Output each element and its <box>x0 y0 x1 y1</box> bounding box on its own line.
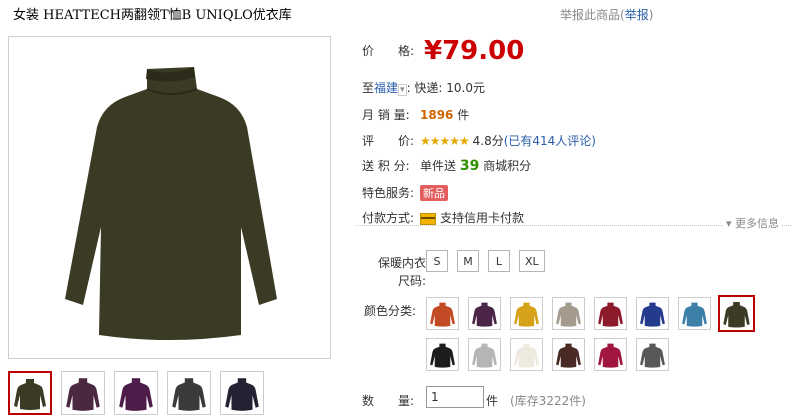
ship-text: : 快递: 10.0元 <box>406 81 485 95</box>
report-link[interactable]: 举报 <box>625 8 649 22</box>
thumb-purple-set[interactable] <box>61 371 105 415</box>
more-info-link[interactable]: ▾ 更多信息 <box>724 215 782 231</box>
rating-stars-icon: ★★★★★ <box>420 134 470 148</box>
points-row: 送 积 分: 单件送 39 商城积分 <box>362 157 531 174</box>
color-options <box>426 295 766 371</box>
rating-row: 评 价: ★★★★★ 4.8分(已有414人评论) <box>362 132 596 149</box>
credit-card-icon <box>420 212 436 225</box>
color-swatch[interactable] <box>426 297 459 330</box>
sweater-image <box>65 67 277 340</box>
service-label: 特色服务: <box>362 186 415 200</box>
color-swatch[interactable] <box>718 295 755 332</box>
price-label: 价 格: <box>362 44 415 58</box>
color-swatch[interactable] <box>636 297 669 330</box>
size-option-s[interactable]: S <box>426 250 448 272</box>
new-badge[interactable]: 新品 <box>420 185 448 201</box>
chevron-down-icon[interactable]: ▾ <box>398 84 407 96</box>
color-swatch[interactable] <box>552 338 585 371</box>
points-value: 39 <box>459 158 480 174</box>
report-product: 举报此商品(举报) <box>560 8 654 22</box>
price-row: 价 格: <box>362 42 420 59</box>
color-swatch[interactable] <box>468 338 501 371</box>
reviews-link[interactable]: (已有414人评论) <box>504 134 596 148</box>
stock-text: (库存3222件) <box>510 394 586 408</box>
sales-value: 1896 <box>420 108 454 122</box>
rating-score: 4.8分 <box>472 134 504 148</box>
ship-prefix: 至 <box>362 81 375 95</box>
sales-row: 月 销 量: 1896 件 <box>362 106 469 123</box>
payment-text: 支持信用卡付款 <box>440 211 525 225</box>
points-label: 送 积 分: <box>362 159 410 173</box>
payment-label: 付款方式: <box>362 211 415 225</box>
color-swatch[interactable] <box>636 338 669 371</box>
points-prefix: 单件送 <box>420 159 457 173</box>
color-swatch[interactable] <box>426 338 459 371</box>
product-title: 女装 HEATTECH两翻领T恤B UNIQLO优衣库 <box>13 8 292 23</box>
size-option-l[interactable]: L <box>488 250 510 272</box>
quantity-unit: 件 <box>486 394 499 408</box>
thumb-model[interactable] <box>220 371 264 415</box>
size-option-m[interactable]: M <box>457 250 479 272</box>
color-swatch[interactable] <box>678 297 711 330</box>
size-options: S M L XL <box>426 250 545 272</box>
color-swatch[interactable] <box>468 297 501 330</box>
sales-label: 月 销 量: <box>362 108 410 122</box>
quantity-label: 数 量: <box>362 394 415 408</box>
payment-row: 付款方式: 支持信用卡付款 <box>362 209 524 226</box>
quantity-input[interactable] <box>426 386 484 408</box>
price-value: ¥79.00 <box>424 36 525 66</box>
color-swatch[interactable] <box>510 297 543 330</box>
thumb-olive-sweater[interactable] <box>8 371 52 415</box>
size-label: 保暖内衣尺码: <box>377 256 426 288</box>
service-row: 特色服务: 新品 <box>362 184 448 201</box>
points-suffix: 商城积分 <box>483 159 532 173</box>
rating-label: 评 价: <box>362 134 415 148</box>
color-swatch[interactable] <box>594 297 627 330</box>
color-label: 颜色分类: <box>364 304 417 318</box>
color-swatch[interactable] <box>552 297 585 330</box>
color-swatch[interactable] <box>510 338 543 371</box>
size-option-xl[interactable]: XL <box>519 250 545 272</box>
thumb-dark-set[interactable] <box>167 371 211 415</box>
product-main-image[interactable] <box>8 36 331 359</box>
region-select[interactable]: 福建 <box>374 81 398 95</box>
thumbnail-strip <box>8 371 264 415</box>
color-swatch[interactable] <box>594 338 627 371</box>
sales-unit: 件 <box>457 108 470 122</box>
thumb-purple-fabric[interactable] <box>114 371 158 415</box>
shipping-row: 至福建 ▾: 快递: 10.0元 <box>362 79 485 96</box>
